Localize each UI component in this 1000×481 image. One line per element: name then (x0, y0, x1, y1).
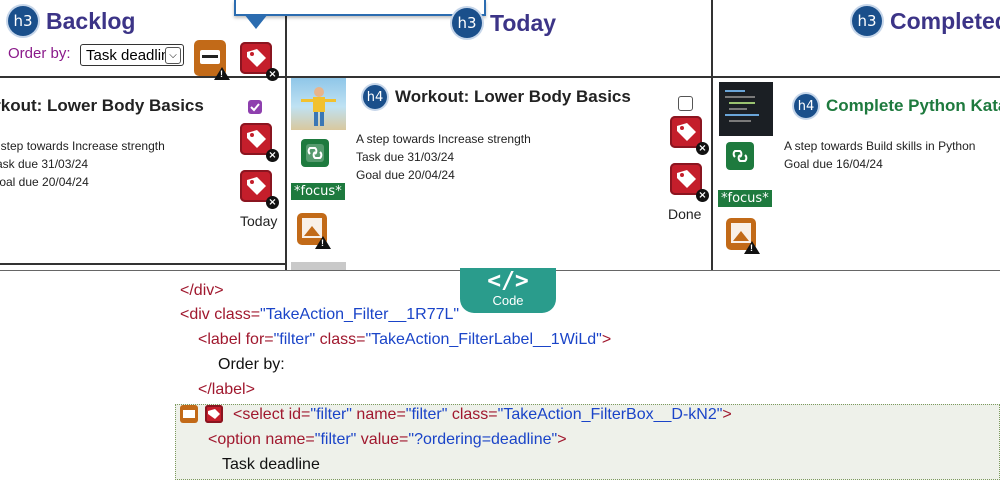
heading-level-badge: h3 (8, 6, 38, 36)
next-card-thumbnail (291, 262, 346, 270)
focus-tag: *focus* (718, 190, 772, 207)
column-divider (711, 0, 713, 270)
card-heading: h4 Complete Python Kata (794, 94, 1000, 118)
code-line: Task deadline (222, 456, 320, 473)
heading-level-badge: h4 (363, 85, 387, 109)
tooltip-panel (234, 0, 486, 16)
goal-line: A step towards Build skills in Python (784, 139, 976, 153)
goal-due-line: Goal due 20/04/24 (356, 168, 455, 182)
today-task-card: *focus* h4 Workout: Lower Body Basics A … (288, 78, 711, 270)
focus-tag: *focus* (291, 183, 345, 200)
code-toggle-button[interactable]: </> Code (460, 268, 556, 313)
task-title: Workout: Lower Body Basics (0, 96, 204, 115)
code-icon: </> (487, 268, 529, 294)
mark-done-button[interactable]: Done (668, 206, 701, 222)
tag-remove-icon[interactable]: × (670, 116, 709, 155)
task-title: Workout: Lower Body Basics (395, 87, 631, 106)
heading-level-badge: h4 (794, 94, 818, 118)
order-select-value: Task deadline (86, 47, 178, 64)
code-line: Order by: (218, 356, 285, 373)
tooltip-arrow (244, 14, 268, 29)
link-icon[interactable] (726, 142, 754, 170)
task-due-line: Task due 31/03/24 (0, 157, 89, 171)
code-tab-label: Code (492, 293, 524, 308)
order-by-select[interactable]: Task deadline ⌵ (80, 44, 184, 66)
code-line: <select id="filter" name="filter" class=… (233, 406, 732, 423)
tag-remove-icon[interactable] (205, 405, 223, 423)
column-title: Today (490, 9, 557, 36)
task-thumbnail-image (291, 78, 346, 130)
task-title: Complete Python Kata (826, 96, 1000, 115)
code-line: <label for="filter" class="TakeAction_Fi… (198, 331, 612, 348)
task-checkbox[interactable] (678, 96, 693, 111)
task-due-line: Task due 31/03/24 (356, 150, 455, 164)
card-heading: h4 Workout: Lower Body Basics (363, 85, 631, 109)
move-to-today-button[interactable]: Today (240, 213, 277, 229)
task-details: A step towards Increase strength Task du… (0, 137, 165, 191)
image-warning-icon[interactable] (726, 218, 760, 254)
chevron-down-icon: ⌵ (165, 47, 181, 64)
completed-task-card: *focus* h4 Complete Python Kata A step t… (714, 78, 1000, 268)
tag-remove-icon[interactable]: × (240, 42, 279, 81)
order-by-label: Order by: (8, 45, 71, 62)
backlog-heading: h3 Backlog (8, 6, 135, 36)
today-heading: h3 Today (452, 8, 556, 38)
board-bottom-border (0, 263, 286, 265)
task-details: A step towards Build skills in Python Go… (784, 137, 975, 173)
goal-due-line: Goal due 20/04/24 (0, 175, 89, 189)
code-line: <div class="TakeAction_Filter__1R77L" (180, 306, 460, 323)
goal-due-line: Goal due 16/04/24 (784, 157, 883, 171)
heading-level-badge: h3 (852, 6, 882, 36)
code-line: </div> (180, 282, 224, 299)
tag-remove-icon[interactable]: × (240, 170, 279, 209)
goal-line: A step towards Increase strength (0, 139, 165, 153)
code-line: <option name="filter" value="?ordering=d… (208, 431, 567, 448)
image-warning-icon[interactable] (297, 213, 331, 249)
goal-line: A step towards Increase strength (356, 132, 531, 146)
completed-heading: h3 Completed (852, 6, 1000, 36)
keyboard-warning-icon[interactable] (180, 405, 198, 423)
task-thumbnail-image (719, 82, 773, 136)
column-title: Completed (890, 7, 1000, 34)
backlog-task-card: Workout: Lower Body Basics A step toward… (0, 78, 286, 263)
keyboard-warning-icon[interactable] (194, 40, 230, 80)
tag-remove-icon[interactable]: × (670, 163, 709, 202)
tag-remove-icon[interactable]: × (240, 123, 279, 162)
link-icon[interactable] (301, 139, 329, 167)
heading-level-badge: h3 (452, 8, 482, 38)
code-line: </label> (198, 381, 255, 398)
column-title: Backlog (46, 7, 136, 34)
task-details: A step towards Increase strength Task du… (356, 130, 531, 184)
task-checkbox[interactable] (248, 100, 262, 114)
